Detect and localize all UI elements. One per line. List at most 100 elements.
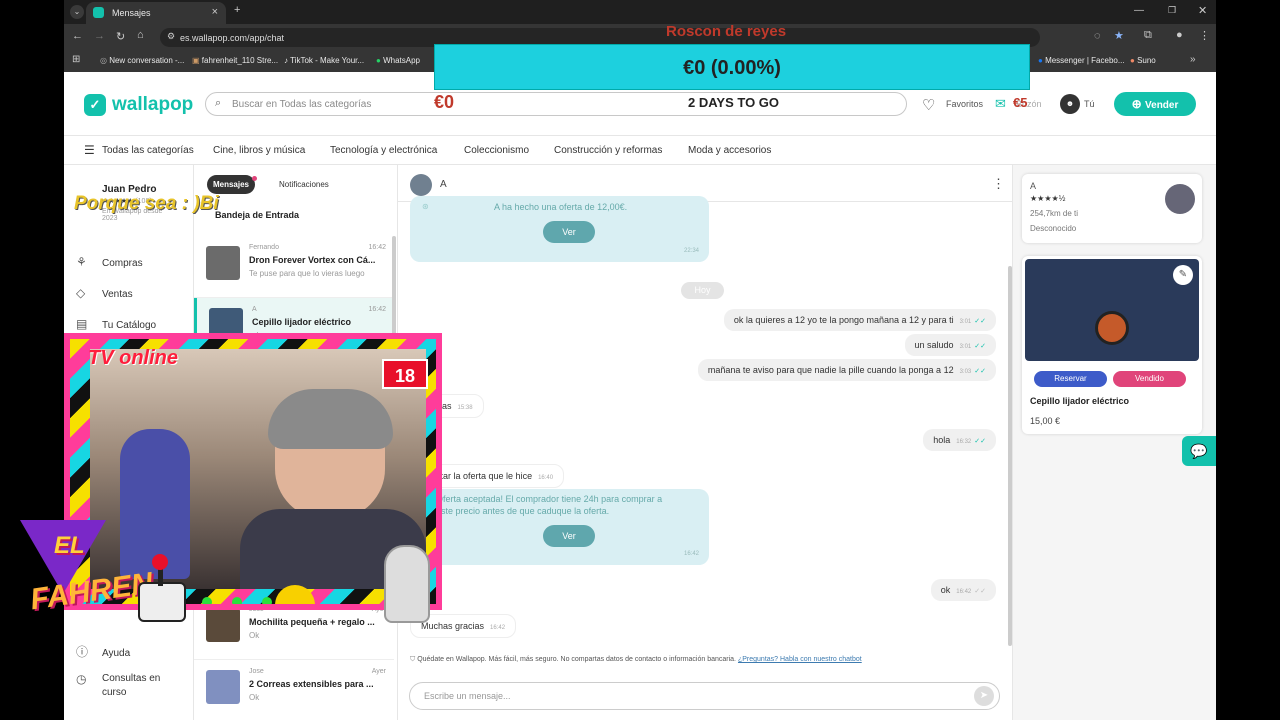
sidebar-item-consultas[interactable]: ◷ Consultas en curso [76, 672, 186, 700]
bookmark-whatsapp[interactable]: ● WhatsApp [376, 56, 420, 65]
mail-icon[interactable]: ✉ [995, 96, 1006, 112]
message-sent: hola 16:32 ✓✓ [923, 429, 996, 451]
product-title: Cepillo lijador eléctrico [1030, 396, 1130, 406]
conversation-title: Dron Forever Vortex con Cá... [249, 255, 376, 265]
url-field[interactable]: ⚙ es.wallapop.com/app/chat [160, 28, 1040, 47]
bookmark-fahrenheit[interactable]: ▣ fahrenheit_110 Stre... [192, 56, 278, 65]
bookmark-suno[interactable]: ● Suno [1130, 56, 1156, 65]
close-window-icon[interactable]: ✕ [1198, 4, 1207, 17]
nav-moda[interactable]: Moda y accesorios [688, 145, 771, 156]
list-item[interactable]: Jose Ayer Mochilita pequeña + regalo ...… [194, 598, 394, 660]
tab-search-icon[interactable]: ⌄ [70, 5, 84, 19]
nav-todas[interactable]: Todas las categorías [102, 145, 194, 156]
maximize-icon[interactable]: ❐ [1168, 5, 1176, 16]
nav-construccion[interactable]: Construcción y reformas [554, 145, 662, 156]
nav-cine[interactable]: Cine, libros y música [213, 145, 305, 156]
bookmark-tiktok[interactable]: ♪ TikTok - Make Your... [284, 56, 364, 65]
seller-stars: ★★★★½ [1030, 194, 1066, 203]
message-placeholder: Escribe un mensaje... [424, 691, 511, 701]
forward-icon[interactable]: → [94, 30, 105, 42]
browser-window: ⌄ Mensajes × + — ❐ ✕ ← → ↻ ⌂ ⚙ es.wallap… [64, 0, 1216, 720]
conversation-time: Ayer [371, 668, 386, 675]
conversation-snippet: Te puse para que lo vieras luego [249, 269, 365, 278]
sidebar-item-catalogo[interactable]: ▤ Tu Catálogo [76, 317, 156, 331]
list-item[interactable]: A 16:42 Cepillo lijador eléctrico ok [194, 298, 394, 360]
list-item[interactable]: Jose Ayer 2 Correas extensibles para ...… [194, 660, 394, 720]
minimize-icon[interactable]: — [1134, 5, 1144, 16]
sidebar-item-ayuda[interactable]: ⓘ Ayuda [76, 643, 130, 660]
message-sent: ok 16:42 ✓✓ [930, 579, 996, 601]
message-sent: ok la quieres a 12 yo te la pongo mañana… [723, 309, 996, 331]
eye-off-icon[interactable]: ◌ [1094, 30, 1101, 42]
seller-status: Desconocido [1030, 224, 1077, 233]
ver-accepted-button[interactable]: Ver [543, 525, 595, 547]
new-tab-icon[interactable]: + [234, 4, 240, 16]
search-input[interactable]: ⌕ Buscar en Todas las categorías [205, 92, 907, 116]
chatbot-icon[interactable]: 💬 [1182, 436, 1216, 466]
extensions-icon[interactable]: ⧉ [1144, 29, 1152, 42]
address-bar-row: ← → ↻ ⌂ ⚙ es.wallapop.com/app/chat ◌ ★ ⧉… [64, 24, 1216, 50]
vender-label: Vender [1145, 100, 1179, 111]
reload-icon[interactable]: ↻ [116, 30, 125, 43]
vendido-button[interactable]: Vendido [1113, 371, 1186, 387]
close-tab-icon[interactable]: × [212, 6, 218, 18]
conversation-user: A [252, 306, 257, 313]
vender-button[interactable]: ⊕ Vender [1114, 92, 1196, 116]
accepted-time: 16:42 [684, 551, 700, 557]
offer-icon: ⊛ [422, 202, 429, 211]
ver-offer-button[interactable]: Ver [543, 221, 595, 243]
chat-menu-icon[interactable]: ⋮ [992, 176, 1005, 192]
bookmark-star-icon[interactable]: ★ [1114, 29, 1124, 42]
product-price: 15,00 € [1030, 416, 1061, 426]
edit-pencil-icon[interactable]: ✎ [1173, 265, 1193, 285]
contact-avatar[interactable] [410, 174, 432, 196]
more-bookmarks-icon[interactable]: » [1190, 54, 1196, 65]
tab-mensajes-inbox[interactable]: Mensajes [207, 175, 255, 194]
tab-mensajes[interactable]: Mensajes × [86, 2, 226, 24]
bookmarks-bar: ⊞ ◎ New conversation -... ▣ fahrenheit_1… [64, 50, 1216, 72]
unread-dot [252, 176, 257, 181]
site-info-icon[interactable]: ⚙ [167, 31, 175, 42]
heart-icon[interactable]: ♡ [922, 96, 935, 114]
tab-notificaciones[interactable]: Notificaciones [279, 180, 329, 189]
user-name[interactable]: Juan Pedro [102, 184, 156, 195]
nav-coleccionismo[interactable]: Coleccionismo [464, 145, 529, 156]
bookmark-messenger[interactable]: ● Messenger | Facebo... [1038, 56, 1125, 65]
sidebar-item-ventas[interactable]: ◇ Ventas [76, 286, 133, 300]
tu-link[interactable]: Tú [1084, 99, 1095, 109]
buzon-link[interactable]: Buzón [1016, 99, 1042, 109]
message-received: aceptar la oferta que le hice 16:40 [410, 464, 565, 488]
conversation-time: 16:42 [368, 244, 386, 251]
user-rating: ★★★★★ (108) [102, 198, 152, 205]
menu-kebab-icon[interactable]: ⋮ [1199, 29, 1210, 42]
home-icon[interactable]: ⌂ [137, 29, 144, 41]
conversation-title: Mochilita pequeña + regalo ... [249, 617, 375, 627]
reservar-button[interactable]: Reservar [1034, 371, 1107, 387]
inbox-divider [397, 165, 398, 720]
nav-tecnologia[interactable]: Tecnología y electrónica [330, 145, 437, 156]
send-icon[interactable]: ➤ [974, 686, 994, 706]
avatar[interactable]: ☻ [1060, 94, 1080, 114]
inbox-title: Bandeja de Entrada [215, 210, 300, 220]
product-image[interactable]: ✎ [1025, 259, 1199, 361]
list-item[interactable]: Fernando 16:42 Dron Forever Vortex con C… [194, 236, 394, 298]
contact-name[interactable]: A [440, 179, 447, 190]
hamburger-icon[interactable]: ☰ [84, 143, 95, 157]
favoritos-link[interactable]: Favoritos [946, 99, 983, 109]
day-separator: Hoy [681, 282, 724, 299]
sidebar-item-compras[interactable]: ⚘ Compras [76, 255, 143, 269]
seller-card[interactable]: A ★★★★½ 254,7km de ti Desconocido [1022, 174, 1202, 243]
apps-grid-icon[interactable]: ⊞ [72, 54, 80, 65]
back-icon[interactable]: ← [72, 30, 83, 42]
profile-icon[interactable]: ● [1176, 29, 1183, 41]
message-input[interactable]: Escribe un mensaje... [409, 682, 1000, 710]
bookmark-new-conversation[interactable]: ◎ New conversation -... [100, 56, 184, 65]
product-card[interactable]: ✎ Reservar Vendido Cepillo lijador eléct… [1022, 256, 1202, 434]
conversation-user: Jose [249, 606, 264, 613]
help-icon: ⓘ [76, 645, 89, 659]
chatbot-link[interactable]: ¿Preguntas? Habla con nuestro chatbot [738, 656, 862, 663]
message-received: Muchas gracias 16:42 [410, 614, 517, 638]
wallapop-logo[interactable]: ✓ wallapop [84, 94, 193, 116]
inbox-scrollbar[interactable] [392, 236, 396, 336]
accepted-icon: ⊛ [422, 494, 429, 503]
